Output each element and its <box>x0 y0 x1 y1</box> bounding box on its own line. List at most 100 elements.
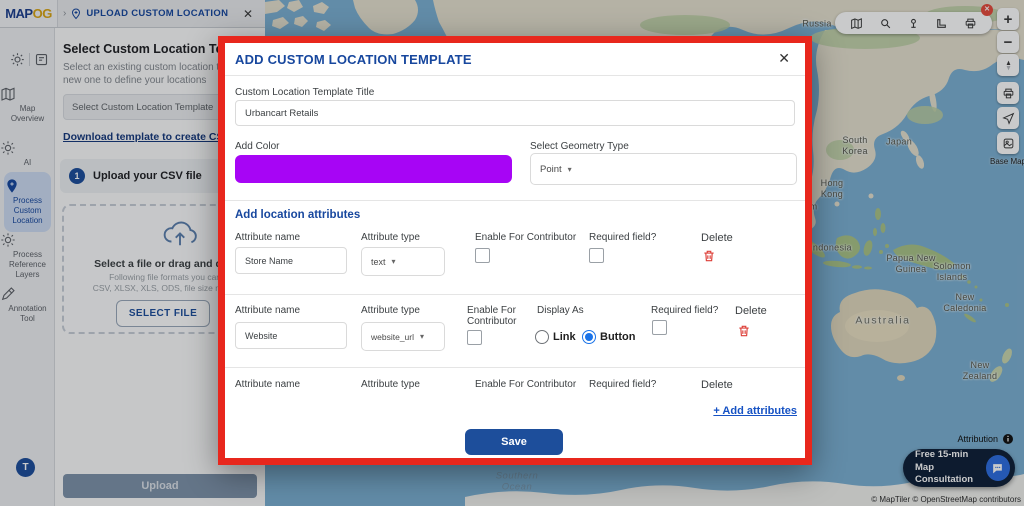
info-icon <box>1002 433 1014 445</box>
app-header: MAP OG › UPLOAD CUSTOM LOCATION ✕ <box>0 0 265 28</box>
user-avatar[interactable]: T <box>16 458 35 477</box>
attr1-name-label: Attribute name <box>235 232 301 243</box>
attr1-required-checkbox[interactable] <box>589 248 604 263</box>
compass-button[interactable] <box>997 54 1019 76</box>
sidebar-rail: Map Overview AI Process Custom Location … <box>0 28 55 506</box>
send-arrow-icon <box>1001 112 1015 125</box>
attributes-heading: Add location attributes <box>235 209 361 221</box>
app-logo[interactable]: MAP OG <box>0 0 58 27</box>
add-custom-location-template-modal: ADD CUSTOM LOCATION TEMPLATE ✕ Custom Lo… <box>218 36 812 465</box>
sidebar-item-map-overview[interactable]: Map Overview <box>0 86 55 124</box>
attr1-required-label: Required field? <box>589 232 657 243</box>
select-file-button[interactable]: SELECT FILE <box>116 300 210 327</box>
attr1-enable-checkbox[interactable] <box>475 248 490 263</box>
attr2-enable-checkbox[interactable] <box>467 330 482 345</box>
zoom-out-button[interactable]: − <box>997 31 1019 53</box>
map-label-indonesia: Indonesia <box>810 242 852 253</box>
basemap-label: Base Map <box>989 157 1024 166</box>
chevron-down-icon: ▾ <box>567 164 572 174</box>
attr2-required-checkbox[interactable] <box>652 320 667 335</box>
tab-close-icon[interactable]: ✕ <box>243 7 253 21</box>
toolbar-close-badge[interactable]: ✕ <box>981 4 993 16</box>
add-color-label: Add Color <box>235 141 280 152</box>
settings-gear-icon[interactable] <box>10 52 25 67</box>
sidebar-item-ai[interactable]: AI <box>0 140 55 168</box>
attr3-required-label: Required field? <box>589 379 657 390</box>
step-label: Upload your CSV file <box>93 170 202 182</box>
location-pin-icon <box>70 8 82 20</box>
save-button[interactable]: Save <box>465 429 563 455</box>
upload-button[interactable]: Upload <box>63 474 257 498</box>
cloud-upload-icon <box>161 216 199 248</box>
map-label-southern-ocean: Southern Ocean <box>495 470 539 493</box>
search-icon[interactable] <box>879 17 892 30</box>
chevron-down-icon: ▾ <box>420 332 425 341</box>
attr2-type-label: Attribute type <box>361 305 420 316</box>
logo-map-text: MAP <box>5 6 33 21</box>
geometry-type-label: Select Geometry Type <box>530 141 629 152</box>
compass-icon <box>1002 59 1015 72</box>
basemap-button[interactable] <box>997 132 1019 154</box>
layers-gear-icon <box>0 232 55 248</box>
sidebar-item-process-custom-location[interactable]: Process Custom Location <box>4 172 51 232</box>
modal-close-icon[interactable]: ✕ <box>778 50 790 67</box>
pen-icon <box>0 286 55 302</box>
template-title-label: Custom Location Template Title <box>235 87 375 98</box>
measure-icon[interactable] <box>935 17 948 30</box>
zoom-in-button[interactable]: + <box>997 8 1019 30</box>
chevron-down-icon: ▾ <box>391 257 396 266</box>
display-as-link-radio[interactable] <box>535 330 549 344</box>
map-label-papua-new-guinea: Papua New Guinea <box>886 253 936 274</box>
attr1-type-select[interactable]: text ▾ <box>361 247 445 276</box>
sidebar-item-process-reference-layers[interactable]: Process Reference Layers <box>0 232 55 280</box>
modal-section-divider <box>225 200 805 201</box>
display-as-button-radio[interactable] <box>582 330 596 344</box>
attr-row-divider <box>225 367 805 368</box>
rail-divider <box>29 53 30 66</box>
place-marker-icon[interactable] <box>907 17 920 30</box>
download-template-link[interactable]: Download template to create CSV <box>63 131 230 143</box>
locate-button[interactable] <box>997 107 1019 129</box>
tab-upload-custom-location[interactable]: UPLOAD CUSTOM LOCATION <box>86 8 228 19</box>
feedback-note-icon[interactable] <box>34 52 49 67</box>
ai-gear-icon <box>0 140 55 156</box>
attr2-required-label: Required field? <box>651 305 719 316</box>
map-copyright[interactable]: © MapTiler © OpenStreetMap contributors <box>871 495 1021 504</box>
attr1-enable-label: Enable For Contributor <box>475 232 577 243</box>
map-bookmark-icon[interactable] <box>850 17 863 30</box>
attr1-type-label: Attribute type <box>361 232 420 243</box>
attr3-enable-label: Enable For Contributor <box>475 379 577 390</box>
geometry-type-select[interactable]: Point ▾ <box>530 153 797 185</box>
attr-row-divider <box>225 294 805 295</box>
add-attributes-link[interactable]: + Add attributes <box>713 405 797 417</box>
map-label-hong-kong: Hong Kong <box>820 178 844 199</box>
map-label-russia: Russia <box>802 18 832 29</box>
attr1-delete-trash-icon[interactable] <box>702 249 716 263</box>
attr2-delete-trash-icon[interactable] <box>737 324 751 338</box>
sidebar-item-annotation-tool[interactable]: Annotation Tool <box>0 286 55 324</box>
attr2-type-select[interactable]: website_url ▾ <box>361 322 445 351</box>
step-number-badge: 1 <box>69 168 85 184</box>
consultation-chat-button[interactable]: Free 15-min Map Consultation <box>903 449 1015 487</box>
map-icon <box>0 86 55 102</box>
attr1-name-input[interactable] <box>235 247 347 274</box>
attr2-name-input[interactable] <box>235 322 347 349</box>
location-pin-filled-icon <box>4 178 51 194</box>
attr3-delete-label: Delete <box>701 379 733 391</box>
attribution-toggle[interactable]: Attribution <box>957 433 1014 445</box>
chat-bubble-icon <box>985 455 1010 481</box>
app-window: Iceland Norway Finland Russia South Kore… <box>0 0 1024 506</box>
attr2-enable-label: Enable For Contributor <box>467 305 517 327</box>
attr2-delete-label: Delete <box>735 305 767 317</box>
attribution-label: Attribution <box>957 434 998 444</box>
color-swatch[interactable] <box>235 155 512 183</box>
printer-icon <box>1002 87 1015 100</box>
template-title-input[interactable] <box>235 100 795 126</box>
map-label-australia: Australia <box>855 314 911 327</box>
basemap-icon <box>1002 137 1015 150</box>
map-toolbar <box>835 12 992 34</box>
print-map-button[interactable] <box>997 82 1019 104</box>
print-icon[interactable] <box>964 17 977 30</box>
map-label-solomon-islands: Solomon Islands <box>933 261 971 282</box>
display-as-button-label: Button <box>600 331 636 343</box>
